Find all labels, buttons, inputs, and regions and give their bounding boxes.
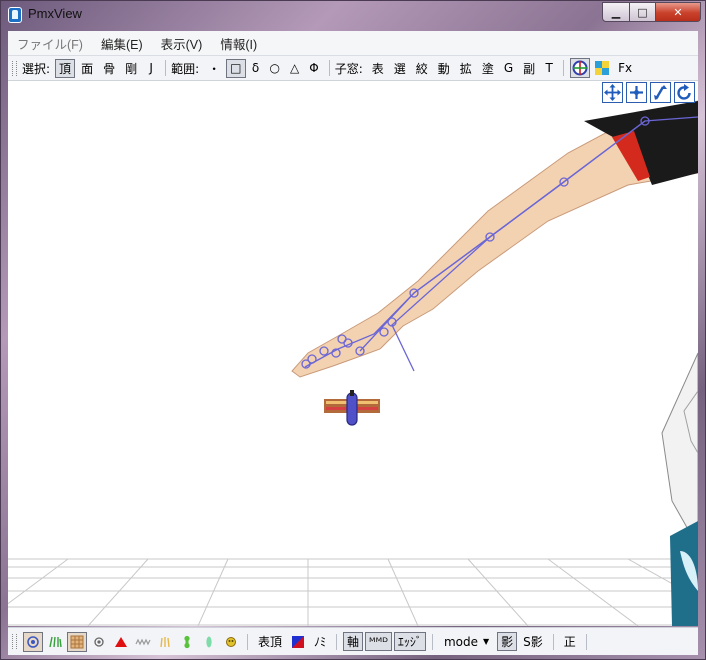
toolbar-grip[interactable] [12,634,17,649]
menu-bar: ファイル(F) 編集(E) 表示(V) 情報(I) [8,31,698,56]
quad-view-icon [595,61,610,75]
select-label: 選択: [22,61,51,76]
texture-display-icon[interactable] [67,631,87,652]
floor-grid [8,558,698,626]
rotate-icon[interactable] [674,82,695,103]
morph-icon[interactable] [221,632,241,652]
3d-viewport[interactable] [8,81,698,626]
bone-icon[interactable] [177,632,197,652]
menu-file[interactable]: ファイル(F) [8,34,92,53]
move-view-icon[interactable] [602,82,623,103]
toolbar-separator [431,633,433,650]
pan-icon[interactable] [626,82,647,103]
toolbar-separator [585,633,587,650]
model-scene [8,100,698,626]
toolbar-separator [552,633,554,650]
fx-button[interactable]: Fx [614,59,636,78]
toolbar-grip[interactable] [12,60,17,76]
range-point-button[interactable]: ・ [204,59,224,78]
arm-mesh [291,100,698,378]
close-icon: ✕ [673,5,683,19]
range-phi-button[interactable]: Φ [305,59,322,78]
minimize-icon: ▁ [611,5,621,19]
main-toolbar: 選択: 頂 面 骨 剛 J 範囲: ・ □ δ ○ △ Φ 子窓: 表 選 絞 … [8,56,698,81]
mirror-button[interactable]: ﾉﾐ [310,632,330,651]
range-triangle-button[interactable]: △ [286,59,303,78]
toolbar-separator [336,633,338,650]
normal-display-icon[interactable] [45,632,65,652]
select-bone-button[interactable]: 骨 [99,59,119,78]
menu-view[interactable]: 表示(V) [152,34,212,53]
range-circle-button[interactable]: ○ [266,59,284,78]
range-delta-button[interactable]: δ [248,59,264,78]
axis-button[interactable]: 軸 [343,632,364,651]
show-vertex-button[interactable]: 表頂 [254,632,286,651]
select-vertex-button[interactable]: 頂 [55,58,76,78]
title-bar[interactable]: PmxView ▁ □ ✕ [1,1,705,31]
point-display-icon[interactable] [89,632,109,652]
child-move-button[interactable]: 動 [434,59,454,78]
window-title: PmxView [28,6,82,21]
child-sub-button[interactable]: 副 [519,59,539,78]
edge-button[interactable]: ｴｯｼﾞ [393,632,426,651]
maximize-icon: □ [637,5,648,19]
bottom-toolbar: 表頂 ﾉﾐ 軸 ᴹᴹᴰ ｴｯｼﾞ mode ▼ 影 S影 正 [8,627,698,655]
toolbar-separator [247,633,248,650]
child-select-button[interactable]: 選 [390,59,410,78]
range-rect-button[interactable]: □ [226,58,246,78]
clothing-mesh [661,352,698,626]
self-shadow-button[interactable]: S影 [519,632,547,651]
child-table-button[interactable]: 表 [368,59,388,78]
shadow-button[interactable]: 影 [497,632,518,651]
child-window-label: 子窓: [334,61,363,76]
front-view-button[interactable]: 正 [560,632,580,651]
toolbar-separator [328,60,330,76]
child-filter-button[interactable]: 絞 [412,59,432,78]
toolbar-separator [165,60,167,76]
target-view-button[interactable] [570,58,591,78]
wire-icon[interactable] [133,632,153,652]
object-marker [324,390,380,426]
app-window: PmxView ▁ □ ✕ ファイル(F) 編集(E) 表示(V) 情報(I) … [0,0,706,660]
child-scale-button[interactable]: 拡 [456,59,476,78]
weight-icon[interactable] [155,632,175,652]
viewport-nav [599,82,695,103]
ik-icon[interactable] [199,632,219,652]
chevron-down-icon: ▼ [482,637,490,646]
close-button[interactable]: ✕ [656,2,701,22]
mode-label: mode [443,634,478,649]
triangle-icon[interactable] [111,632,131,652]
vertex-display-icon[interactable] [23,631,43,652]
select-face-button[interactable]: 面 [77,59,97,78]
maximize-button[interactable]: □ [630,2,656,22]
child-t-button[interactable]: T [541,59,557,78]
minimize-button[interactable]: ▁ [602,2,630,22]
child-paint-button[interactable]: 塗 [478,59,498,78]
child-group-button[interactable]: G [500,59,517,78]
target-icon [572,60,588,76]
mmd-button[interactable]: ᴹᴹᴰ [365,632,392,651]
select-joint-button[interactable]: J [143,59,159,78]
toolbar-separator [563,60,565,76]
color-swatch-icon[interactable] [288,632,308,652]
zoom-icon[interactable] [650,82,671,103]
quad-view-button[interactable] [592,58,612,78]
mode-dropdown[interactable]: mode ▼ [441,632,493,651]
menu-edit[interactable]: 編集(E) [92,34,152,53]
range-label: 範囲: [171,61,200,76]
select-rigid-button[interactable]: 剛 [121,59,141,78]
caption-buttons: ▁ □ ✕ [602,2,701,22]
menu-info[interactable]: 情報(I) [211,34,266,53]
app-icon [8,7,22,23]
